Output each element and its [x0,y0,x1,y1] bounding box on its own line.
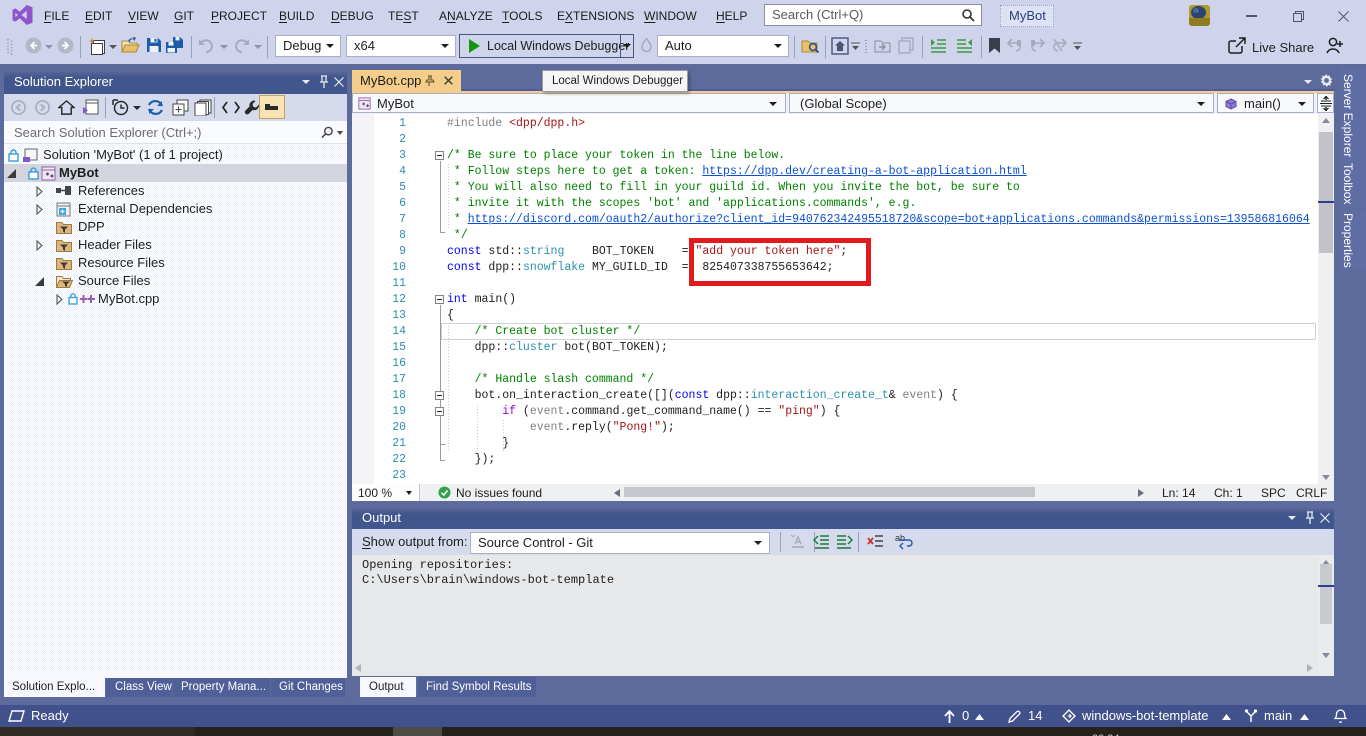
svg-text:ab: ab [895,533,905,543]
